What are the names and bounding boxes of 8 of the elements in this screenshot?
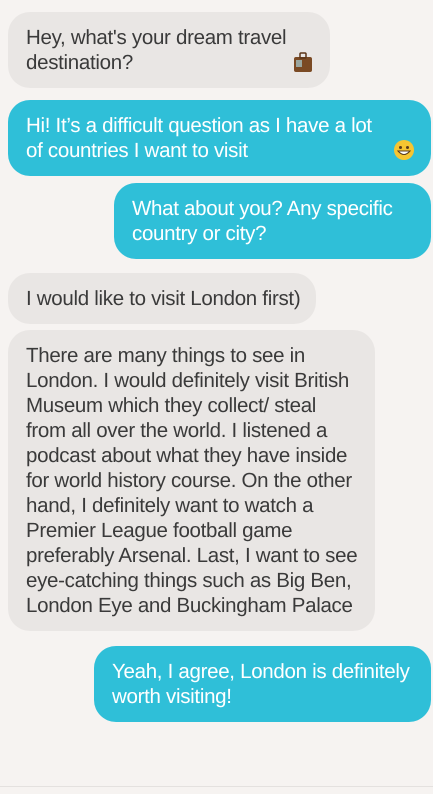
- message-text: Hi! It’s a difficult question as I have a lot of countries I want to visit: [26, 113, 373, 163]
- briefcase-icon: [292, 51, 314, 73]
- message-text: What about you? Any specific country or city?: [132, 196, 394, 246]
- message-text: I would like to visit London first): [26, 286, 300, 311]
- message-text: There are many things to see in London. I would definitely visit British Museum which they collect/ steal from all over the world. I listened a podcast about what they have inside for world history course. On the other hand, I definitely want to watch a Premier League football game preferably Arsenal. Last, I want to see eye-catching things such as Big Ben, London Eye and Buckingham Palace: [26, 343, 358, 618]
- message-text: Hey, what's your dream travel destination?: [26, 25, 288, 75]
- message-text: Yeah, I agree, London is definitely worth visiting!: [112, 659, 411, 709]
- smiley-icon: [393, 139, 415, 161]
